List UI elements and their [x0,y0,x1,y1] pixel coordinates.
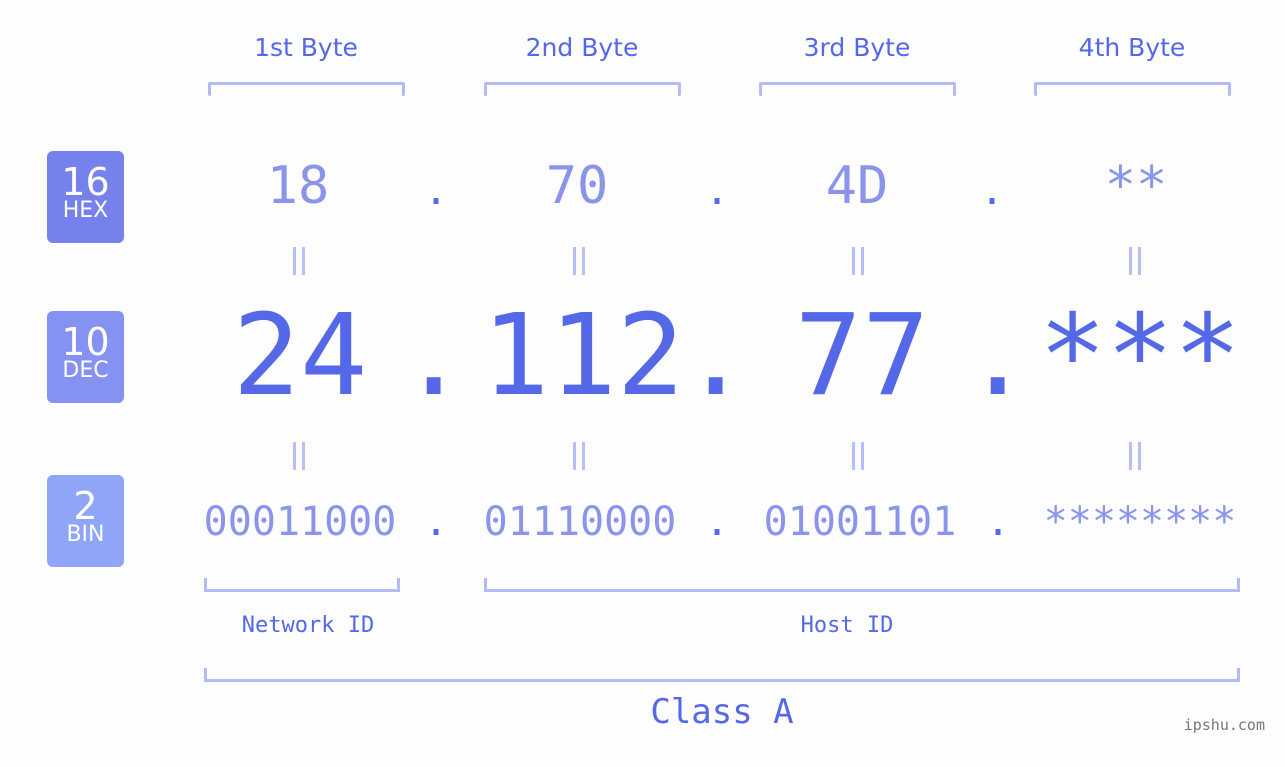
bin-byte-1: 00011000 [203,499,397,545]
dec-separator-2: . [682,291,750,421]
bin-badge: 2 BIN [47,475,124,567]
hex-separator-1: . [424,168,449,214]
hex-base-number: 16 [61,160,110,204]
byte-header-2: 2nd Byte [525,33,639,62]
equals-icon [1128,247,1142,275]
bin-separator-2: . [705,499,730,545]
hex-byte-1: 18 [266,156,330,216]
dec-base-label: DEC [62,358,109,383]
hex-separator-2: . [705,168,730,214]
equals-icon [1128,442,1142,470]
bin-base-number: 2 [73,484,98,528]
byte-header-3: 3rd Byte [803,33,911,62]
byte-header-1: 1st Byte [254,33,358,62]
bin-base-label: BIN [66,522,105,547]
byte-bracket-4 [1034,82,1231,96]
hex-byte-4: ** [1104,156,1168,216]
network-id-label: Network ID [241,613,375,638]
byte-bracket-1 [208,82,405,96]
dec-separator-3: . [964,291,1032,421]
equals-icon [292,247,306,275]
hex-byte-2: 70 [545,156,609,216]
byte-bracket-3 [759,82,956,96]
hex-byte-3: 4D [825,156,889,216]
hex-base-label: HEX [62,198,109,223]
dec-byte-1: 24 [232,291,368,421]
dec-byte-2: 112 [481,291,685,421]
bin-separator-1: . [424,499,449,545]
hex-badge: 16 HEX [47,151,124,243]
hex-separator-3: . [980,168,1005,214]
class-bracket [204,668,1240,682]
equals-icon [572,442,586,470]
watermark: ipshu.com [1183,716,1265,734]
bin-byte-4: ******** [1043,499,1237,545]
dec-byte-3: 77 [794,291,930,421]
equals-icon [851,442,865,470]
dec-separator-1: . [400,291,468,421]
equals-icon [572,247,586,275]
equals-icon [292,442,306,470]
network-id-bracket [204,578,400,592]
byte-header-4: 4th Byte [1078,33,1186,62]
dec-badge: 10 DEC [47,311,124,403]
bin-byte-3: 01001101 [763,499,957,545]
byte-bracket-2 [484,82,681,96]
host-id-label: Host ID [800,613,894,638]
dec-base-number: 10 [61,320,110,364]
bin-separator-3: . [986,499,1011,545]
equals-icon [851,247,865,275]
bin-byte-2: 01110000 [483,499,677,545]
dec-byte-4: *** [1038,291,1242,421]
class-label: Class A [650,692,794,732]
host-id-bracket [484,578,1240,592]
